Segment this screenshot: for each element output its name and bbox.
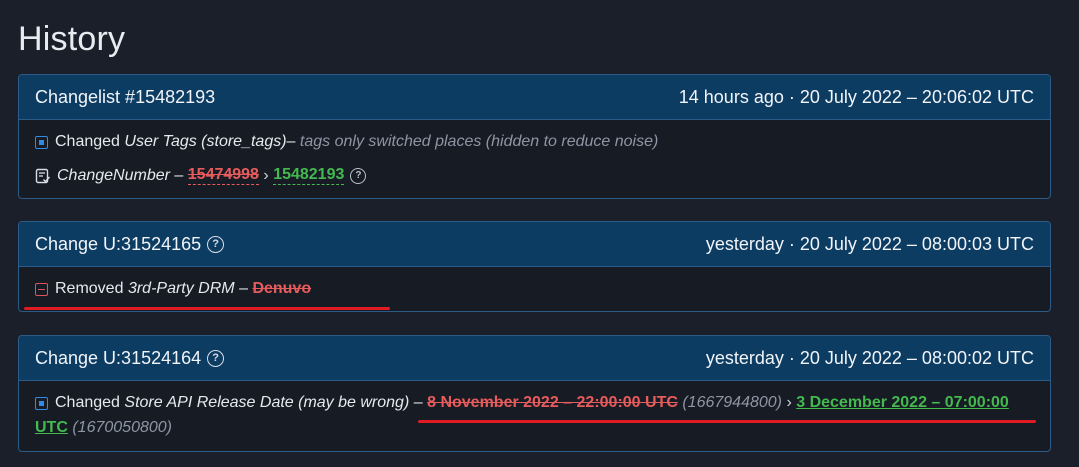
change-type: Changed — [55, 133, 120, 150]
change-row: Changed Store API Release Date (may be w… — [35, 394, 1009, 412]
change-note: tags only switched places (hidden to red… — [299, 133, 659, 150]
new-raw-value: (1670050800) — [72, 419, 172, 436]
page-title: History — [18, 20, 126, 58]
entry-title-link[interactable]: Change U:31524165 — [35, 234, 201, 255]
entry-timestamp: yesterday · 20 July 2022 – 08:00:02 UTC — [705, 347, 1034, 368]
old-raw-value: (1667944800) — [682, 394, 782, 411]
change-type: Changed — [55, 394, 120, 411]
highlight-underline — [24, 307, 390, 310]
changenumber-icon — [35, 168, 51, 184]
new-value-tail: UTC — [35, 419, 68, 436]
entry-title-link[interactable]: Changelist #15482193 — [35, 87, 215, 108]
field-name: ChangeNumber — [57, 166, 170, 184]
change-type: Removed — [55, 280, 124, 297]
highlight-underline — [418, 420, 1036, 423]
entry-timestamp: 14 hours ago · 20 July 2022 – 20:06:02 U… — [678, 86, 1034, 107]
old-value: Denuvo — [252, 280, 312, 297]
removed-icon — [35, 282, 48, 296]
history-entry-changelist: Changelist #15482193 14 hours ago · 20 J… — [18, 74, 1051, 199]
changed-icon — [35, 135, 48, 149]
help-icon[interactable]: ? — [207, 349, 225, 367]
change-row: ChangeNumber – 15474998 › 15482193 ? — [35, 166, 367, 185]
history-entry-change: Change U:31524164 ? yesterday · 20 July … — [18, 335, 1051, 452]
help-icon[interactable]: ? — [350, 167, 367, 184]
old-value: 8 November 2022 – 22:00:00 UTC — [427, 394, 678, 411]
entry-header: Change U:31524165 ? yesterday · 20 July … — [19, 222, 1050, 267]
field-name: User Tags (store_tags) — [124, 133, 287, 150]
changed-icon — [35, 396, 48, 410]
history-entry-change: Change U:31524165 ? yesterday · 20 July … — [18, 221, 1051, 312]
entry-header: Change U:31524164 ? yesterday · 20 July … — [19, 336, 1050, 381]
arrow: › — [786, 394, 792, 411]
field-name: 3rd-Party DRM — [127, 280, 235, 297]
change-row: Removed 3rd-Party DRM – Denuvo — [35, 280, 311, 298]
arrow: › — [263, 166, 269, 184]
dash: – — [286, 133, 296, 150]
new-value: 15482193 — [273, 166, 345, 185]
dash: – — [413, 394, 423, 411]
help-icon[interactable]: ? — [207, 235, 225, 253]
dash: – — [239, 280, 248, 297]
change-row-continued: UTC (1670050800) — [35, 419, 172, 437]
dash: – — [174, 166, 184, 184]
entry-header: Changelist #15482193 14 hours ago · 20 J… — [19, 75, 1050, 120]
entry-timestamp: yesterday · 20 July 2022 – 08:00:03 UTC — [705, 233, 1034, 254]
new-value: 3 December 2022 – 07:00:00 — [796, 394, 1009, 411]
field-name: Store API Release Date (may be wrong) — [124, 394, 410, 411]
change-row: Changed User Tags (store_tags) – tags onl… — [35, 133, 658, 151]
entry-title-link[interactable]: Change U:31524164 — [35, 348, 201, 369]
old-value: 15474998 — [187, 166, 259, 185]
